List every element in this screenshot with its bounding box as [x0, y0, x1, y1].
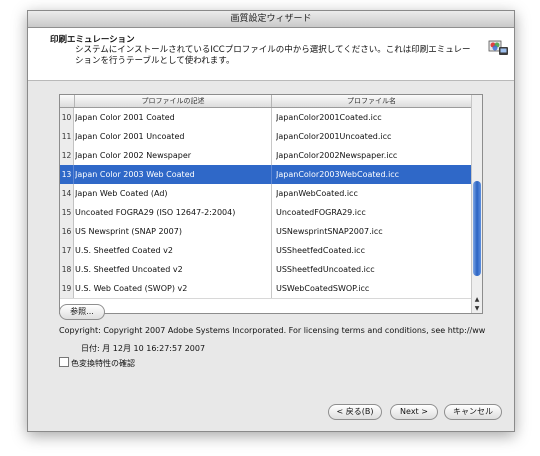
table-row[interactable]: 11 Japan Color 2001 Uncoated JapanColor200… [60, 127, 472, 147]
profile-description: US Newsprint (SNAP 2007) [75, 222, 272, 241]
scroll-down-icon[interactable]: ▼ [472, 304, 482, 313]
copyright-text: Copyright: Copyright 2007 Adobe Systems … [59, 326, 486, 335]
profile-description: Japan Web Coated (Ad) [75, 184, 272, 203]
scroll-up-icon[interactable]: ▲ [472, 295, 482, 304]
wizard-body: プロファイルの記述 プロファイル名 10 Japan Color 2001 Coa… [28, 81, 514, 431]
profile-description: U.S. Sheetfed Coated v2 [75, 241, 272, 260]
row-number: 14 [60, 184, 74, 203]
table-row[interactable]: 13 Japan Color 2003 Web Coated JapanColor2… [60, 165, 472, 185]
date-text: 日付: 月 12月 10 16:27:57 2007 [81, 344, 206, 353]
row-number: 17 [60, 241, 74, 260]
header-description: システムにインストールされているICCプロファイルの中から選択してください。これ… [75, 45, 471, 66]
table-row[interactable]: 18 U.S. Sheetfed Uncoated v2 USSheetfedUnc… [60, 260, 472, 280]
profile-table: プロファイルの記述 プロファイル名 10 Japan Color 2001 Coa… [59, 94, 483, 314]
profile-filename: USSheetfedCoated.icc [276, 246, 365, 255]
profile-filename: USNewsprintSNAP2007.icc [276, 227, 383, 236]
profile-description: Japan Color 2001 Coated [75, 108, 272, 127]
column-header-description[interactable]: プロファイルの記述 [75, 95, 272, 107]
profile-description: Japan Color 2002 Newspaper [75, 146, 272, 165]
profile-filename: JapanWebCoated.icc [276, 189, 358, 198]
row-number: 11 [60, 127, 74, 146]
table-row[interactable]: 14 Japan Web Coated (Ad) JapanWebCoated.ic… [60, 184, 472, 204]
verify-conversion-checkbox[interactable]: 色変換特性の確認 [59, 357, 135, 369]
color-wizard-icon [488, 40, 508, 55]
column-header-filename[interactable]: プロファイル名 [272, 95, 471, 107]
back-button[interactable]: < 戻る(B) [328, 404, 382, 420]
profile-filename: UncoatedFOGRA29.icc [276, 208, 366, 217]
wizard-header: 印刷エミュレーション システムにインストールされているICCプロファイルの中から… [28, 28, 514, 81]
profile-filename: USWebCoatedSWOP.icc [276, 284, 370, 293]
profile-filename: JapanColor2001Coated.icc [276, 113, 382, 122]
row-number: 10 [60, 108, 74, 127]
profile-description: Japan Color 2003 Web Coated [75, 165, 272, 184]
next-button[interactable]: Next > [390, 404, 438, 420]
profile-description: Uncoated FOGRA29 (ISO 12647-2:2004) [75, 203, 272, 222]
header-num-column [60, 95, 75, 107]
row-number: 12 [60, 146, 74, 165]
table-row[interactable]: 15 Uncoated FOGRA29 (ISO 12647-2:2004) Unc… [60, 203, 472, 223]
header-title: 印刷エミュレーション [50, 35, 135, 45]
table-row[interactable]: 10 Japan Color 2001 Coated JapanColor2001C… [60, 108, 472, 128]
browse-button[interactable]: 参照... [59, 304, 105, 320]
profile-filename: JapanColor2002Newspaper.icc [276, 151, 398, 160]
scrollbar-thumb[interactable] [473, 181, 481, 276]
checkbox-box[interactable] [59, 357, 69, 367]
checkbox-label: 色変換特性の確認 [71, 359, 135, 368]
table-row[interactable]: 17 U.S. Sheetfed Coated v2 USSheetfedCoate… [60, 241, 472, 261]
cancel-button[interactable]: キャンセル [444, 404, 502, 420]
profile-description: U.S. Sheetfed Uncoated v2 [75, 260, 272, 279]
profile-filename: USSheetfedUncoated.icc [276, 265, 375, 274]
wizard-window: 画質設定ウィザード 印刷エミュレーション システムにインストールされているICC… [27, 10, 515, 432]
row-number: 15 [60, 203, 74, 222]
row-number: 19 [60, 279, 74, 298]
profile-description: Japan Color 2001 Uncoated [75, 127, 272, 146]
table-row[interactable]: 12 Japan Color 2002 Newspaper JapanColor20… [60, 146, 472, 166]
row-number: 16 [60, 222, 74, 241]
profile-description: U.S. Web Coated (SWOP) v2 [75, 279, 272, 298]
table-scrollbar[interactable]: ▲ ▼ [471, 95, 482, 313]
table-header: プロファイルの記述 プロファイル名 [60, 95, 472, 108]
row-number: 18 [60, 260, 74, 279]
row-number: 13 [60, 165, 74, 184]
table-row[interactable]: 19 U.S. Web Coated (SWOP) v2 USWebCoatedSW… [60, 279, 472, 299]
profile-filename: JapanColor2001Uncoated.icc [276, 132, 392, 141]
table-row[interactable]: 16 US Newsprint (SNAP 2007) USNewsprintSNA… [60, 222, 472, 242]
profile-filename: JapanColor2003WebCoated.icc [276, 170, 400, 179]
window-title: 画質設定ウィザード [28, 11, 514, 28]
